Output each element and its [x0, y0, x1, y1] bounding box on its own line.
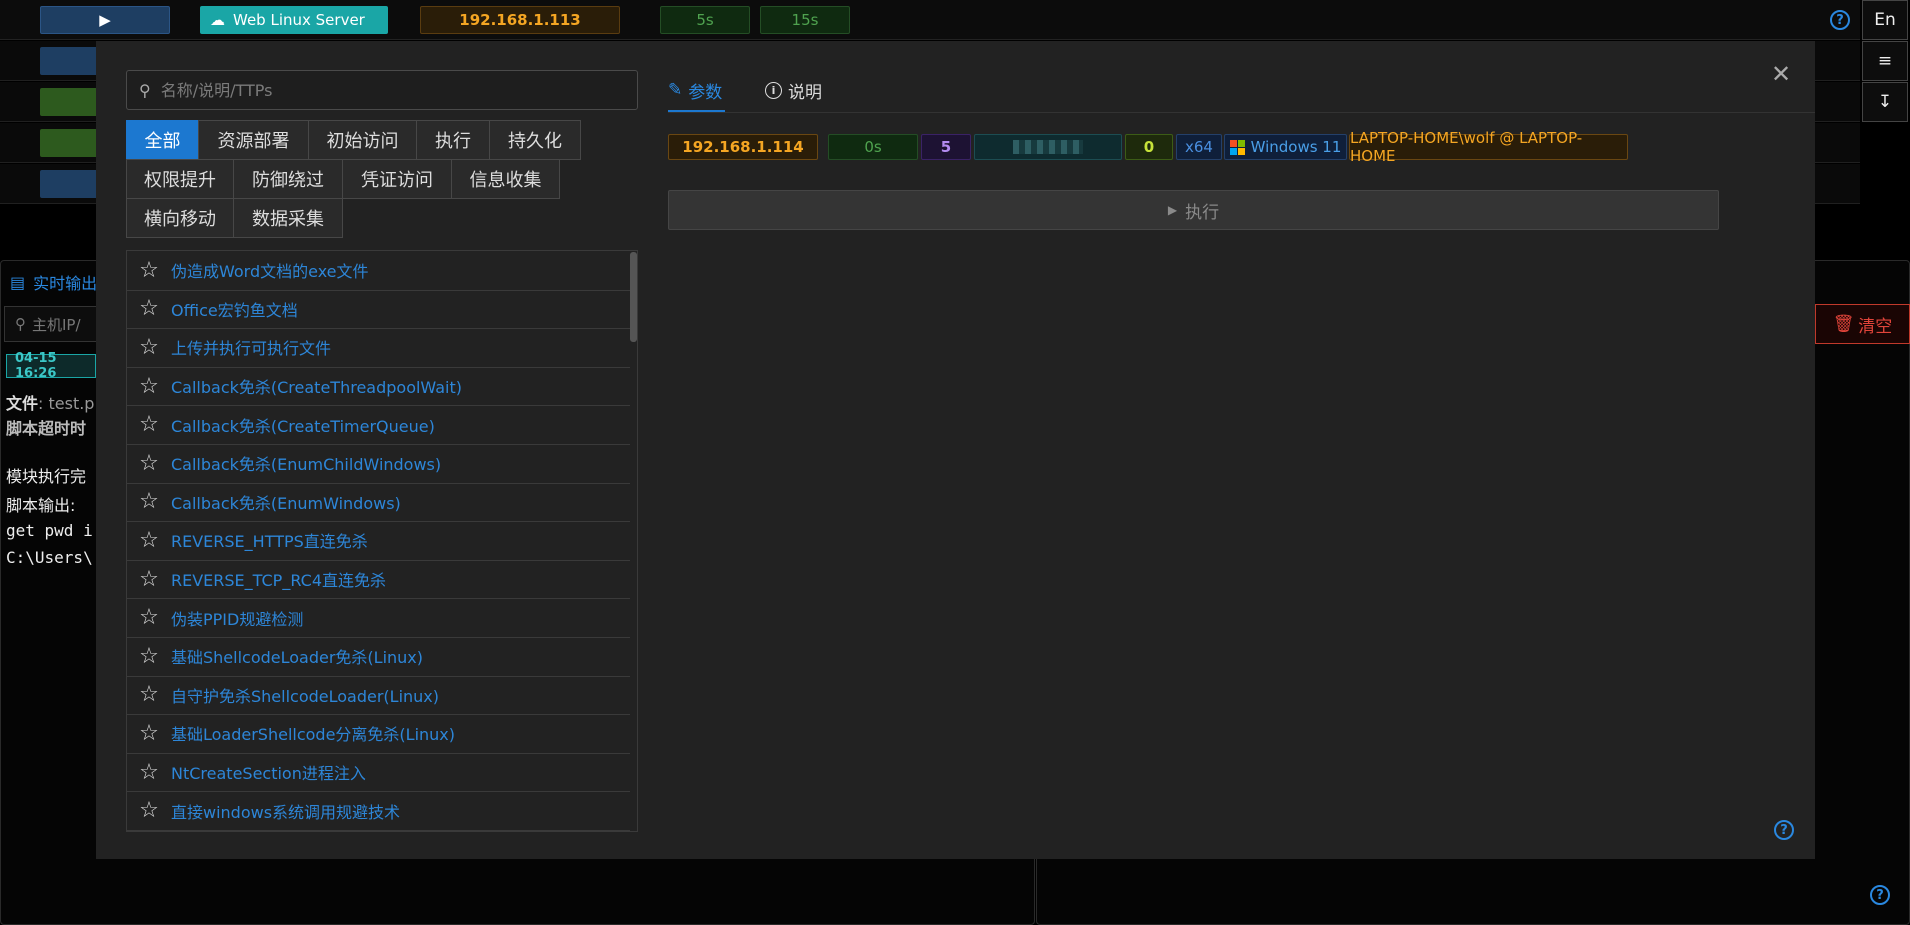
align-left-icon[interactable]: ≡	[1862, 41, 1908, 81]
list-item[interactable]: ☆ 伪造成Word文档的exe文件	[127, 251, 630, 291]
category-privilege-escalation[interactable]: 权限提升	[126, 159, 234, 199]
module-search-input[interactable]	[158, 79, 623, 101]
category-credential-access[interactable]: 凭证访问	[342, 159, 452, 199]
star-icon[interactable]: ☆	[127, 258, 171, 283]
log-line-output: 脚本输出:	[6, 496, 76, 515]
star-icon[interactable]: ☆	[127, 567, 171, 592]
star-icon[interactable]: ☆	[127, 451, 171, 476]
log-line-done: 模块执行完	[6, 467, 87, 486]
category-initial-access[interactable]: 初始访问	[308, 120, 417, 160]
server-ip-badge: 192.168.1.113	[420, 6, 620, 34]
category-lateral-movement[interactable]: 横向移动	[126, 198, 234, 238]
category-all[interactable]: 全部	[126, 120, 199, 160]
list-item[interactable]: ☆ NtCreateSection进程注入	[127, 753, 630, 793]
timer-badge-2: 15s	[760, 6, 850, 34]
log-line-cmd: get pwd i	[6, 521, 93, 540]
list-item[interactable]: ☆ REVERSE_HTTPS直连免杀	[127, 521, 630, 561]
star-icon[interactable]: ☆	[127, 682, 171, 707]
language-button[interactable]: En	[1862, 0, 1908, 40]
star-icon[interactable]: ☆	[127, 721, 171, 746]
output-tab[interactable]: ▤ 实时输出	[10, 270, 97, 294]
help-icon[interactable]: ?	[1774, 820, 1794, 840]
list-item[interactable]: ☆ 伪装PPID规避检测	[127, 598, 630, 638]
search-icon: ⚲	[15, 315, 26, 333]
session-user-badge: LAPTOP-HOME\wolf @ LAPTOP-HOME	[1349, 129, 1628, 165]
list-item[interactable]: ☆ REVERSE_TCP_RC4直连免杀	[127, 560, 630, 600]
star-icon[interactable]: ☆	[127, 798, 171, 823]
category-discovery[interactable]: 信息收集	[451, 159, 560, 199]
session-redacted-badge	[974, 134, 1122, 160]
session-os-badge: Windows 11	[1224, 134, 1347, 160]
log-line-file: 文件: test.p	[6, 394, 95, 413]
list-item[interactable]: ☆ Callback免杀(EnumChildWindows)	[127, 444, 630, 484]
star-icon[interactable]: ☆	[127, 760, 171, 785]
close-icon[interactable]: ✕	[1769, 60, 1793, 88]
collapse-icon[interactable]: ↧	[1862, 82, 1908, 122]
play-button[interactable]: ▶	[40, 6, 170, 34]
play-icon: ▶	[99, 11, 111, 29]
help-icon[interactable]: ?	[1830, 10, 1850, 30]
help-icon[interactable]: ?	[1870, 885, 1890, 905]
star-icon[interactable]: ☆	[127, 605, 171, 630]
category-resource-deploy[interactable]: 资源部署	[198, 120, 309, 160]
star-icon[interactable]: ☆	[127, 296, 171, 321]
star-icon[interactable]: ☆	[127, 374, 171, 399]
tab-divider	[668, 112, 1815, 113]
clear-button[interactable]: 🗑 清空	[1815, 304, 1910, 344]
list-item[interactable]: ☆ Callback免杀(CreateThreadpoolWait)	[127, 367, 630, 407]
list-item[interactable]: ☆ 自守护免杀ShellcodeLoader(Linux)	[127, 676, 630, 716]
search-icon: ⚲	[139, 80, 151, 100]
star-icon[interactable]: ☆	[127, 644, 171, 669]
list-item[interactable]: ☆ Callback免杀(EnumWindows)	[127, 483, 630, 523]
session-arch-badge: x64	[1176, 134, 1222, 160]
row-badge	[40, 88, 100, 116]
star-icon[interactable]: ☆	[127, 335, 171, 360]
session-count-badge: 0	[1125, 134, 1173, 160]
log-line-path: C:\Users\	[6, 548, 93, 567]
star-icon[interactable]: ☆	[127, 489, 171, 514]
list-item[interactable]: ☆ 直接windows系统调用规避技术	[127, 791, 630, 831]
list-item[interactable]: ☆ Office宏钓鱼文档	[127, 290, 630, 330]
redacted-mosaic	[1013, 140, 1083, 154]
row-badge	[40, 47, 100, 75]
windows-icon	[1229, 139, 1245, 155]
tab-description[interactable]: i 说明	[765, 72, 822, 108]
category-collection[interactable]: 数据采集	[233, 198, 343, 238]
cloud-icon: ☁	[210, 11, 225, 29]
module-search[interactable]: ⚲	[126, 70, 638, 110]
info-icon: i	[765, 81, 782, 99]
list-item[interactable]: ☆ 基础LoaderShellcode分离免杀(Linux)	[127, 714, 630, 754]
category-persistence[interactable]: 持久化	[489, 120, 581, 160]
session-ip-badge: 192.168.1.114	[668, 134, 818, 160]
timer-badge-1: 5s	[660, 6, 750, 34]
list-item[interactable]: ☆ 基础ShellcodeLoader免杀(Linux)	[127, 637, 630, 677]
list-item[interactable]: ☆ Callback免杀(CreateTimerQueue)	[127, 405, 630, 445]
star-icon[interactable]: ☆	[127, 412, 171, 437]
trash-icon: 🗑	[1832, 314, 1855, 334]
session-time-badge: 0s	[828, 134, 918, 160]
log-line-timeout: 脚本超时时	[6, 419, 87, 438]
module-list-scrollbar[interactable]	[630, 252, 637, 342]
star-icon[interactable]: ☆	[127, 528, 171, 553]
log-time-badge: 04-15 16:26	[6, 351, 96, 381]
server-name-badge[interactable]: ☁ Web Linux Server	[200, 6, 388, 34]
category-defense-evasion[interactable]: 防御绕过	[233, 159, 343, 199]
execute-button[interactable]: ▶ 执行	[668, 190, 1719, 230]
monitor-icon: ▤	[10, 272, 26, 292]
row-badge	[40, 129, 100, 157]
module-list[interactable]: ☆ 伪造成Word文档的exe文件 ☆ Office宏钓鱼文档 ☆ 上传并执行可执行文…	[126, 250, 638, 832]
caret-right-icon: ▶	[1167, 203, 1178, 217]
row-badge	[40, 170, 100, 198]
edit-icon: ✎	[668, 80, 683, 100]
session-pid-badge: 5	[921, 134, 971, 160]
list-item[interactable]: ☆ 上传并执行可执行文件	[127, 328, 630, 368]
tab-params[interactable]: ✎ 参数	[668, 72, 722, 108]
category-execution[interactable]: 执行	[416, 120, 490, 160]
